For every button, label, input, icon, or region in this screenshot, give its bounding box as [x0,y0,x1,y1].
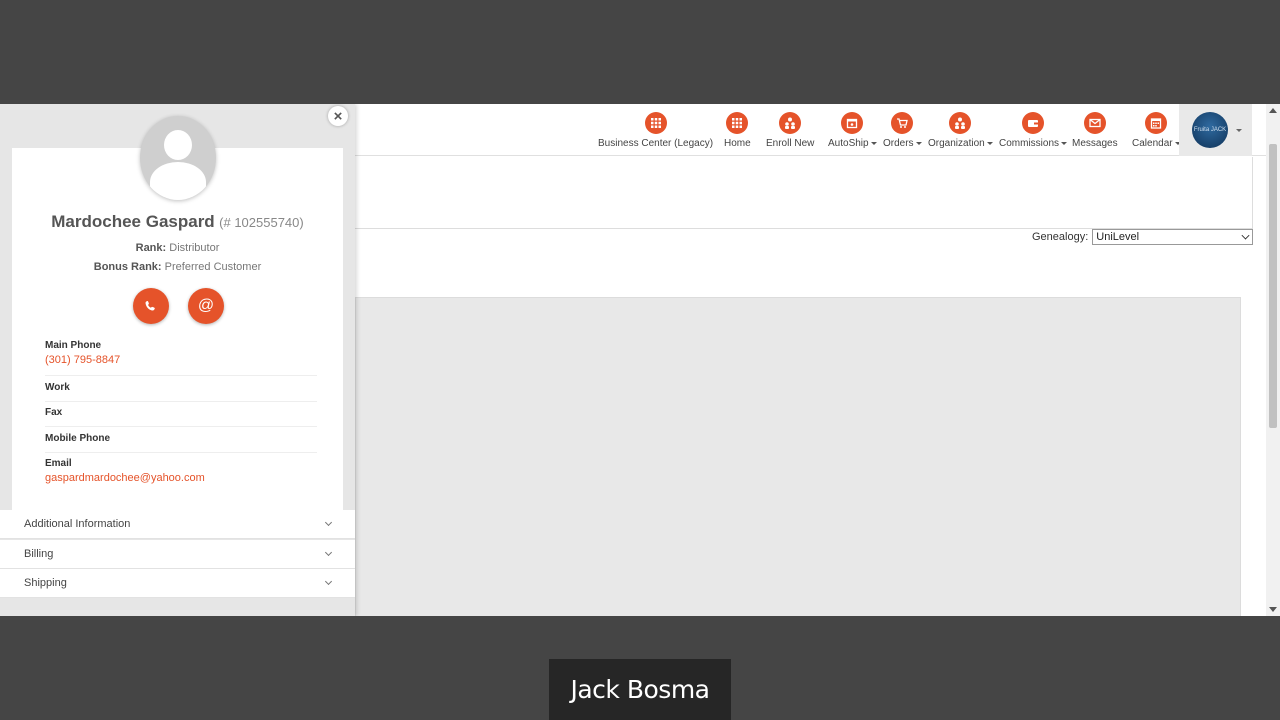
rank-value: Distributor [169,242,220,254]
nav-label: Business Center (Legacy) [598,138,714,149]
chevron-down-icon [986,142,993,145]
field-label: Fax [45,407,63,418]
call-button[interactable] [133,288,169,324]
section-additional-information[interactable]: Additional Information [0,510,355,539]
genealogy-tree-area [355,297,1241,616]
scroll-up-arrow-icon[interactable] [1269,108,1277,113]
grid-icon [644,112,667,134]
scrollbar[interactable] [1266,104,1280,616]
nav-label: Calendar [1132,138,1173,149]
profile-picture [140,116,216,200]
chevron-down-icon [324,518,333,527]
calendar-icon [841,112,864,134]
chevron-down-icon [324,548,333,557]
nav-enroll-new[interactable]: Enroll New [766,112,814,152]
genealogy-select[interactable]: UniLevel [1092,229,1254,245]
nav-label: AutoShip [828,138,869,149]
rank-line: Rank: Distributor [0,242,355,254]
nav-autoship[interactable]: AutoShip [828,112,877,152]
section-label: Shipping [24,577,67,589]
avatar: Fruita JACK [1192,112,1228,148]
main-phone-link[interactable]: (301) 795-8847 [45,354,317,366]
nav-label: Home [724,138,751,149]
chevron-down-icon [324,577,333,586]
nav-business-center[interactable]: Business Center (Legacy) [598,112,713,152]
close-button[interactable]: × [328,106,348,126]
chevron-down-icon [915,142,922,145]
chevron-down-icon [1241,231,1250,240]
section-label: Additional Information [24,518,131,530]
chevron-down-icon [870,142,877,145]
nav-calendar[interactable]: Calendar [1132,112,1181,152]
grid-icon [726,112,749,134]
app-window: Business Center (Legacy) Home Enroll New… [0,104,1280,616]
genealogy-label: Genealogy: [1032,231,1089,243]
nav-messages[interactable]: Messages [1072,112,1118,152]
field-work: Work [45,382,317,402]
genealogy-selected-value: UniLevel [1096,231,1140,243]
section-billing[interactable]: Billing [0,540,355,569]
contact-heading: Mardochee Gaspard (# 102555740) [0,212,355,232]
nav-label: Commissions [999,138,1060,149]
contact-name: Mardochee Gaspard [51,212,215,231]
field-mobile-phone: Mobile Phone [45,433,317,453]
section-shipping[interactable]: Shipping [0,569,355,598]
nav-organization[interactable]: Organization [928,112,993,152]
user-menu[interactable]: Fruita JACK [1179,104,1252,156]
presenter-name: Jack Bosma [570,675,710,704]
field-fax: Fax [45,407,317,427]
field-label: Work [45,382,70,393]
person-icon [164,130,192,160]
chevron-down-icon [1236,128,1242,132]
contact-card [12,148,343,510]
field-label: Mobile Phone [45,433,110,444]
bonus-rank-line: Bonus Rank: Preferred Customer [0,261,355,273]
genealogy-control: Genealogy: UniLevel [1032,229,1254,245]
nav-orders[interactable]: Orders [883,112,922,152]
people-icon [779,112,802,134]
scroll-thumb[interactable] [1269,144,1277,428]
wallet-icon [1022,112,1044,134]
people-icon [949,112,972,134]
field-label: Email [45,458,72,469]
contact-panel: × Mardochee Gaspard (# 102555740) Rank: … [0,104,355,616]
calendar-icon [1145,112,1168,134]
email-link[interactable]: gaspardmardochee@yahoo.com [45,472,317,484]
rank-label: Rank: [135,242,167,254]
chevron-down-icon [1061,142,1068,145]
field-email: Email gaspardmardochee@yahoo.com [45,458,317,494]
bonus-rank-value: Preferred Customer [164,261,262,273]
cart-icon [891,112,914,134]
contact-id: (# 102555740) [219,215,304,230]
nav-label: Messages [1072,138,1118,149]
top-navigation: Business Center (Legacy) Home Enroll New… [355,104,1266,156]
field-label: Main Phone [45,340,102,351]
close-icon: × [333,107,343,125]
nav-label: Orders [883,138,914,149]
presenter-nameplate: Jack Bosma [549,659,731,720]
person-icon-body [150,162,206,200]
nav-home[interactable]: Home [724,112,751,152]
page-header [355,157,1253,229]
nav-commissions[interactable]: Commissions [999,112,1068,152]
nav-label: Enroll New [766,138,815,149]
avatar-text: Fruita JACK [1193,126,1227,133]
phone-icon [145,301,155,311]
email-button[interactable]: @ [188,288,224,324]
at-sign-icon: @ [197,297,215,314]
section-label: Billing [24,548,54,560]
field-main-phone: Main Phone (301) 795-8847 [45,340,317,376]
nav-label: Organization [928,138,985,149]
bonus-rank-label: Bonus Rank: [93,261,162,273]
scroll-down-arrow-icon[interactable] [1269,607,1277,612]
envelope-icon [1083,112,1106,134]
